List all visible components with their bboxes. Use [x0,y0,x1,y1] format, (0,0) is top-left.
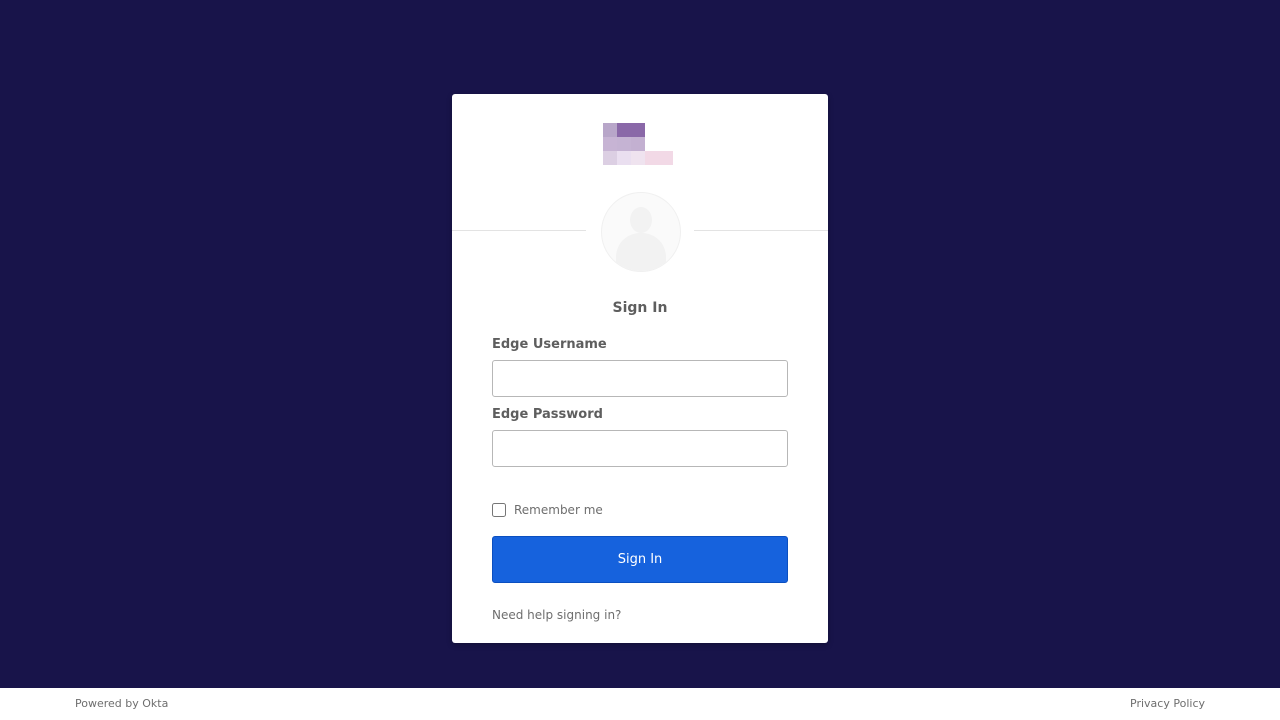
sign-in-card: Sign In Edge Username Edge Password Reme… [452,94,828,643]
divider-left [452,230,586,231]
org-logo [603,123,673,165]
privacy-policy-link[interactable]: Privacy Policy [1130,697,1205,710]
remember-me-label[interactable]: Remember me [514,503,603,517]
footer: Powered by Okta Privacy Policy [0,688,1280,720]
form-title: Sign In [612,300,668,316]
password-label: Edge Password [492,407,603,422]
username-input[interactable] [492,360,788,397]
username-label: Edge Username [492,337,607,352]
remember-me-row: Remember me [492,502,603,518]
powered-by-text: Powered by Okta [75,697,169,710]
password-input[interactable] [492,430,788,467]
remember-me-checkbox[interactable] [492,503,506,517]
divider-right [694,230,828,231]
sign-in-button[interactable]: Sign In [492,536,788,583]
user-avatar-icon [601,192,681,272]
need-help-link[interactable]: Need help signing in? [492,608,621,622]
